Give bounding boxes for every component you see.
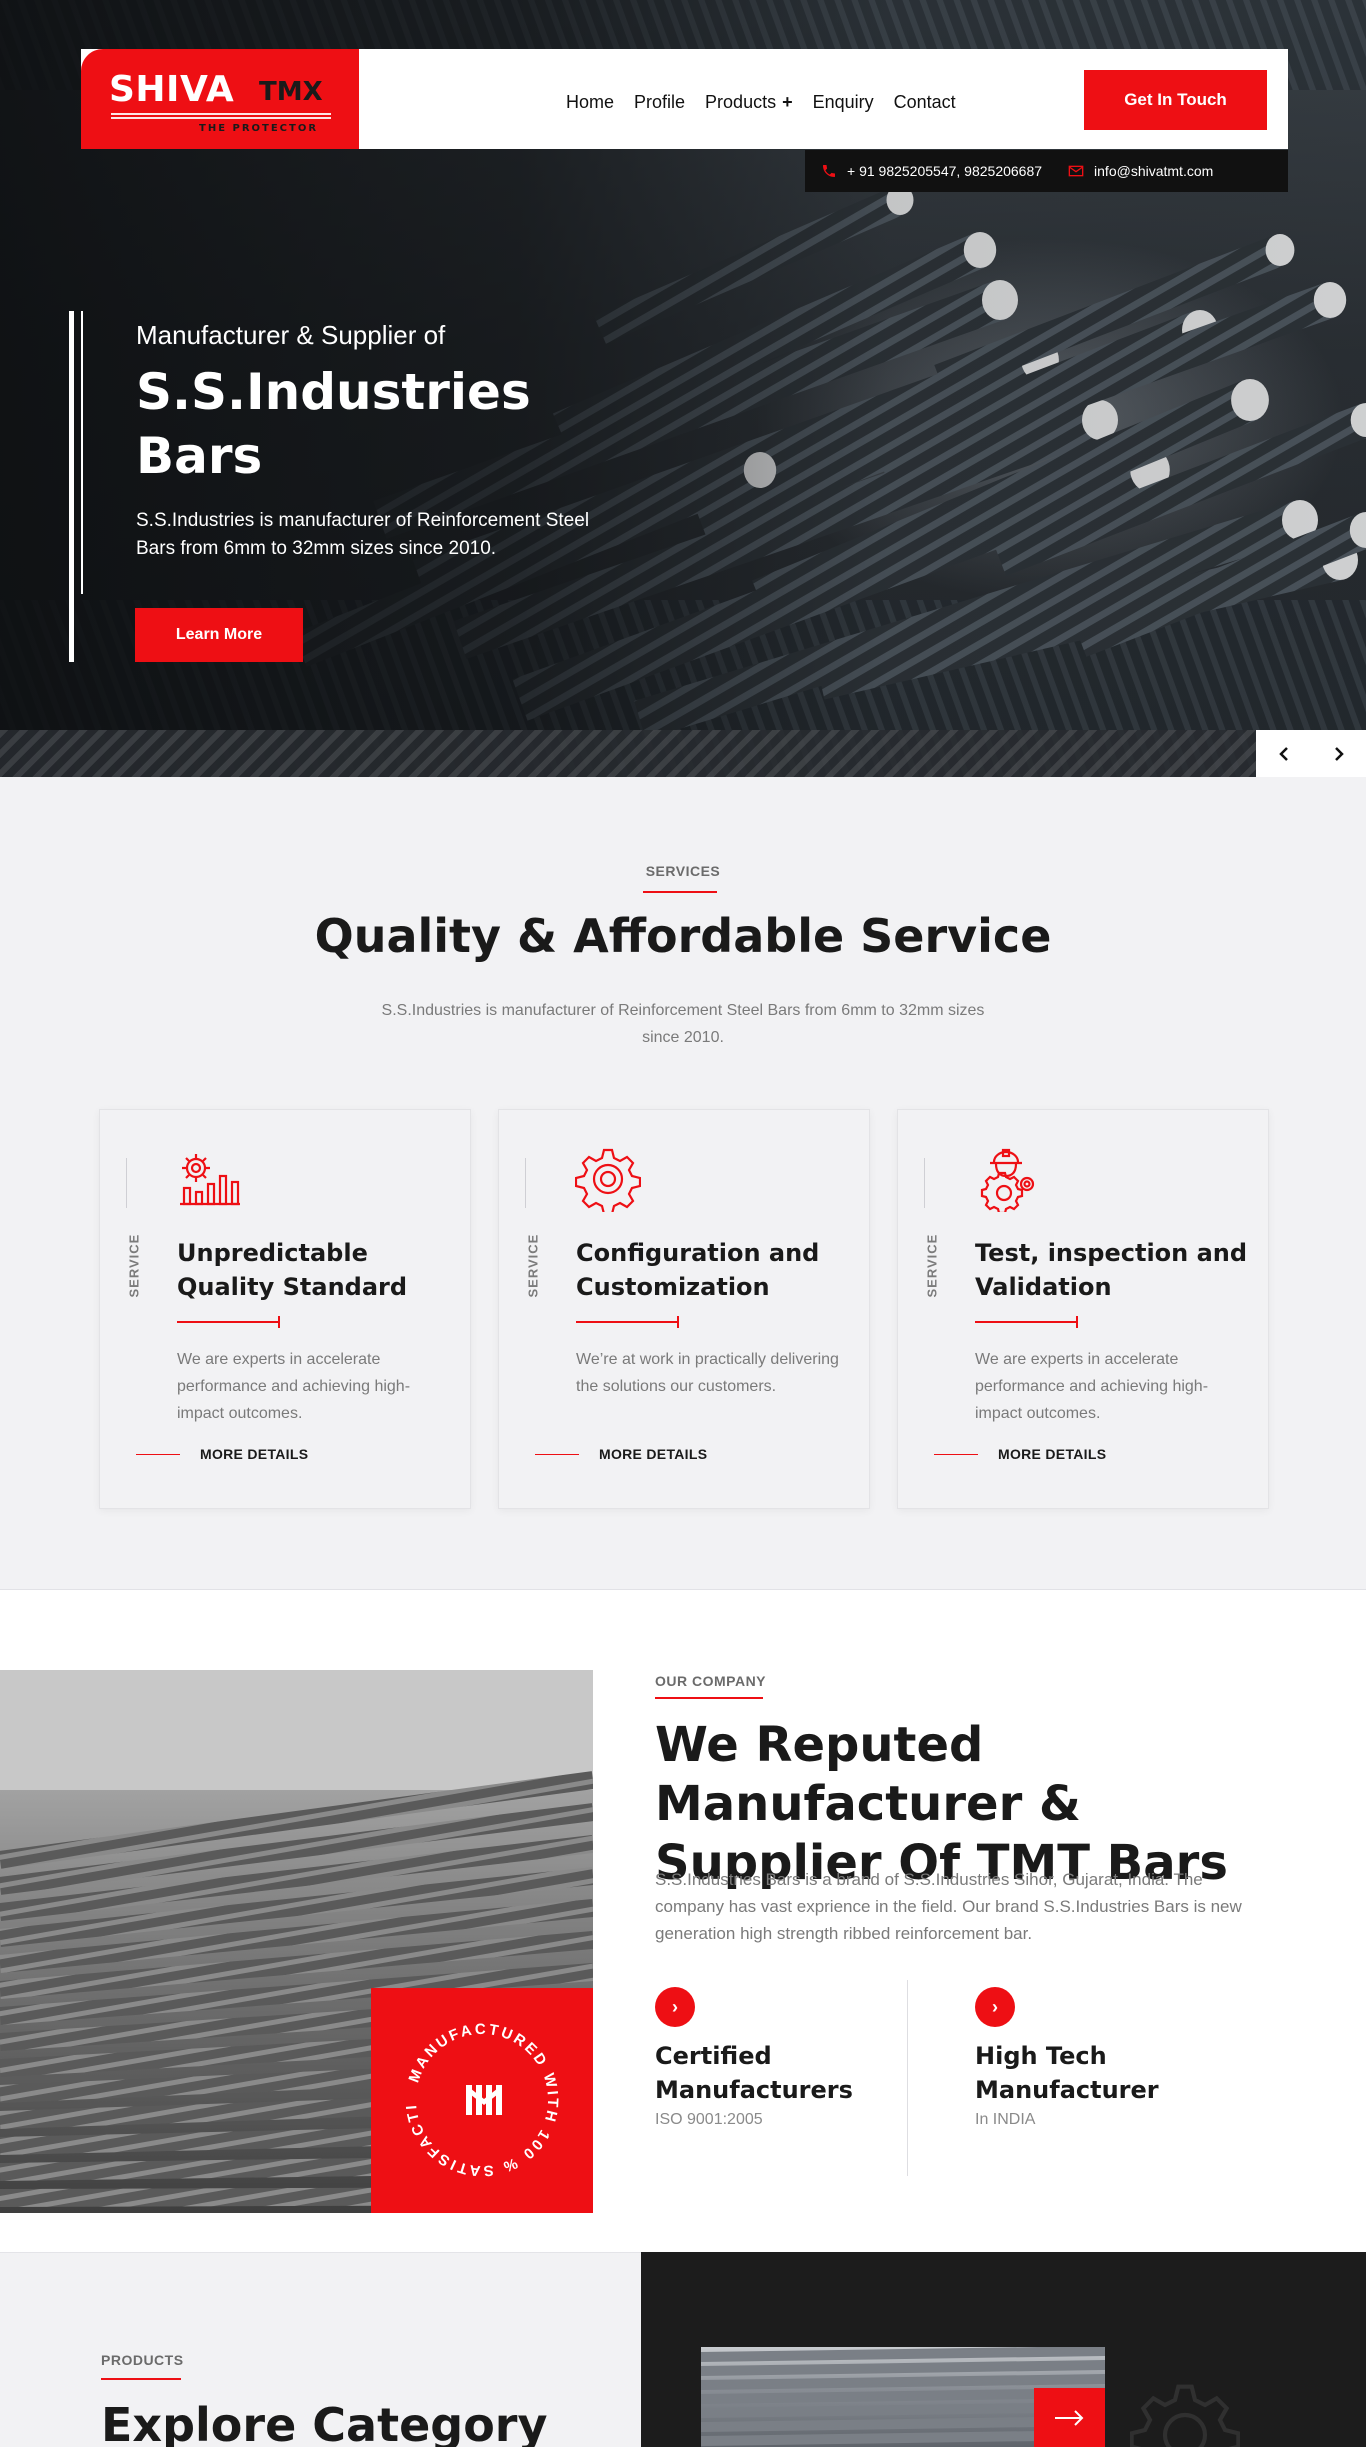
get-in-touch-button[interactable]: Get In Touch [1084, 70, 1267, 130]
logo[interactable]: SHIVA TMX THE PROTECTOR [81, 49, 359, 149]
services-section: SERVICES Quality & Affordable Service S.… [0, 777, 1366, 1590]
hero-description: S.S.Industries is manufacturer of Reinfo… [136, 510, 590, 559]
card-text: We are experts in accelerate performance… [177, 1351, 411, 1422]
card-divider [126, 1158, 127, 1208]
email-link[interactable]: info@shivatmt.com [1068, 163, 1213, 179]
hero-accent-line [69, 311, 74, 662]
hero-bottom-strip [0, 730, 1366, 777]
rebar [701, 2360, 1105, 2376]
services-description: S.S.Industries is manufacturer of Reinfo… [381, 1002, 985, 1046]
more-line [136, 1453, 180, 1455]
company-description: S.S.Industries Bars is a brand of S.S.In… [655, 1870, 1242, 1943]
next-slide-button[interactable] [1311, 730, 1366, 777]
feature-title: Certified Manufacturers [655, 2042, 853, 2104]
contact-bar: + 91 9825205547, 9825206687 info@shivatm… [805, 150, 1288, 192]
card-rule [576, 1316, 679, 1328]
nav-products[interactable]: Products + [705, 92, 793, 113]
service-card: SERVICE Unpredictable Quality Standard W… [99, 1109, 471, 1509]
card-text: We’re at work in practically delivering … [576, 1351, 839, 1395]
nav-enquiry-label: Enquiry [812, 92, 874, 112]
feature-subtitle: ISO 9001:2005 [655, 2111, 763, 2128]
chevron-right-icon: › [975, 1987, 1015, 2027]
nav-profile[interactable]: Profile [634, 92, 685, 113]
card-rule [177, 1316, 280, 1328]
product-arrow-button[interactable] [1034, 2388, 1105, 2447]
slider-arrows [1256, 730, 1366, 777]
card-divider [924, 1158, 925, 1208]
card-text: We are experts in accelerate performance… [975, 1351, 1209, 1422]
card-divider [525, 1158, 526, 1208]
card-rule [975, 1316, 1078, 1328]
arrow-right-icon [1054, 2409, 1083, 2426]
more-details-label: MORE DETAILS [998, 1446, 1107, 1462]
services-title: Quality & Affordable Service [314, 909, 1052, 963]
gear-icon [1130, 2384, 1240, 2447]
card-title: Configuration and Customization [576, 1239, 820, 1301]
chevron-right-icon [1334, 746, 1344, 761]
feature-certified: › Certified Manufacturers ISO 9001:2005 [655, 1987, 915, 2129]
mail-icon [1068, 165, 1084, 177]
chevron-right-icon: › [655, 1987, 695, 2027]
prev-slide-button[interactable] [1256, 730, 1311, 777]
engineer-gear-icon [980, 1148, 1035, 1212]
email-text: info@shivatmt.com [1094, 163, 1214, 179]
phone-icon [823, 165, 835, 177]
more-details-label: MORE DETAILS [200, 1446, 309, 1462]
services-eyebrow: SERVICES [645, 863, 721, 879]
card-vertical-label: SERVICE [126, 1233, 142, 1298]
rebar [701, 2347, 1105, 2362]
badge-text: MANUFACTURED WITH 100 % SATISFACTION [364, 1975, 559, 2179]
service-card: SERVICE Test, inspection and Validation … [897, 1109, 1269, 1509]
satisfaction-badge: MANUFACTURED WITH 100 % SATISFACTION [364, 1975, 593, 2213]
company-eyebrow: OUR COMPANY [655, 1673, 767, 1689]
more-details-link[interactable]: MORE DETAILS [535, 1446, 707, 1462]
feature-hightech: › High Tech Manufacturer In INDIA [975, 1987, 1235, 2129]
main-nav: Home Profile Products + Enquiry Contact [566, 92, 956, 113]
more-details-link[interactable]: MORE DETAILS [136, 1446, 308, 1462]
feature-title: High Tech Manufacturer [975, 2042, 1159, 2104]
services-eyebrow-line [643, 891, 717, 893]
nav-contact-label: Contact [893, 92, 956, 112]
nav-home-label: Home [566, 92, 615, 112]
feature-divider [907, 1980, 908, 2176]
products-eyebrow: PRODUCTS [101, 2352, 184, 2368]
service-card: SERVICE Configuration and Customization … [498, 1109, 870, 1509]
phone-link[interactable]: + 91 9825205547, 9825206687 [821, 163, 1042, 179]
nav-home[interactable]: Home [566, 92, 614, 113]
more-line [535, 1453, 579, 1455]
card-title: Unpredictable Quality Standard [177, 1239, 408, 1301]
hero-title: S.S.Industries Bars [136, 363, 531, 485]
logo-wordmark: SHIVA [109, 69, 235, 110]
feature-subtitle: In INDIA [975, 2111, 1036, 2128]
logo-stripes [111, 113, 331, 119]
rebar [701, 2374, 1105, 2390]
products-eyebrow-line [101, 2378, 181, 2380]
nav-enquiry[interactable]: Enquiry [813, 92, 874, 113]
hero-kicker: Manufacturer & Supplier of [136, 320, 446, 350]
hero-accent-line-inner [81, 311, 83, 594]
card-vertical-label: SERVICE [525, 1233, 541, 1298]
card-title: Test, inspection and Validation [975, 1239, 1248, 1301]
learn-more-button[interactable]: Learn More [135, 608, 303, 662]
circular-badge-text: MANUFACTURED WITH 100 % SATISFACTION [364, 1975, 561, 2179]
products-title: Explore Category [101, 2398, 548, 2447]
nav-profile-label: Profile [634, 92, 686, 112]
gear-icon [575, 1148, 641, 1212]
company-eyebrow-line [655, 1697, 763, 1699]
chevron-left-icon [1278, 746, 1288, 761]
svg-text:MANUFACTURED WITH 100 % SATISF: MANUFACTURED WITH 100 % SATISFACTION [371, 1988, 561, 2179]
m-logo-icon [466, 2085, 502, 2115]
more-details-link[interactable]: MORE DETAILS [934, 1446, 1106, 1462]
more-details-label: MORE DETAILS [599, 1446, 708, 1462]
plus-icon: + [782, 92, 793, 112]
logo-tagline: THE PROTECTOR [199, 123, 319, 134]
more-line [934, 1453, 978, 1455]
phone-text: + 91 9825205547, 9825206687 [847, 163, 1043, 179]
quality-chart-gear-icon [180, 1154, 240, 1206]
nav-contact[interactable]: Contact [894, 92, 956, 113]
card-vertical-label: SERVICE [924, 1233, 940, 1298]
nav-products-label: Products [705, 92, 777, 112]
logo-suffix: TMX [259, 77, 323, 107]
